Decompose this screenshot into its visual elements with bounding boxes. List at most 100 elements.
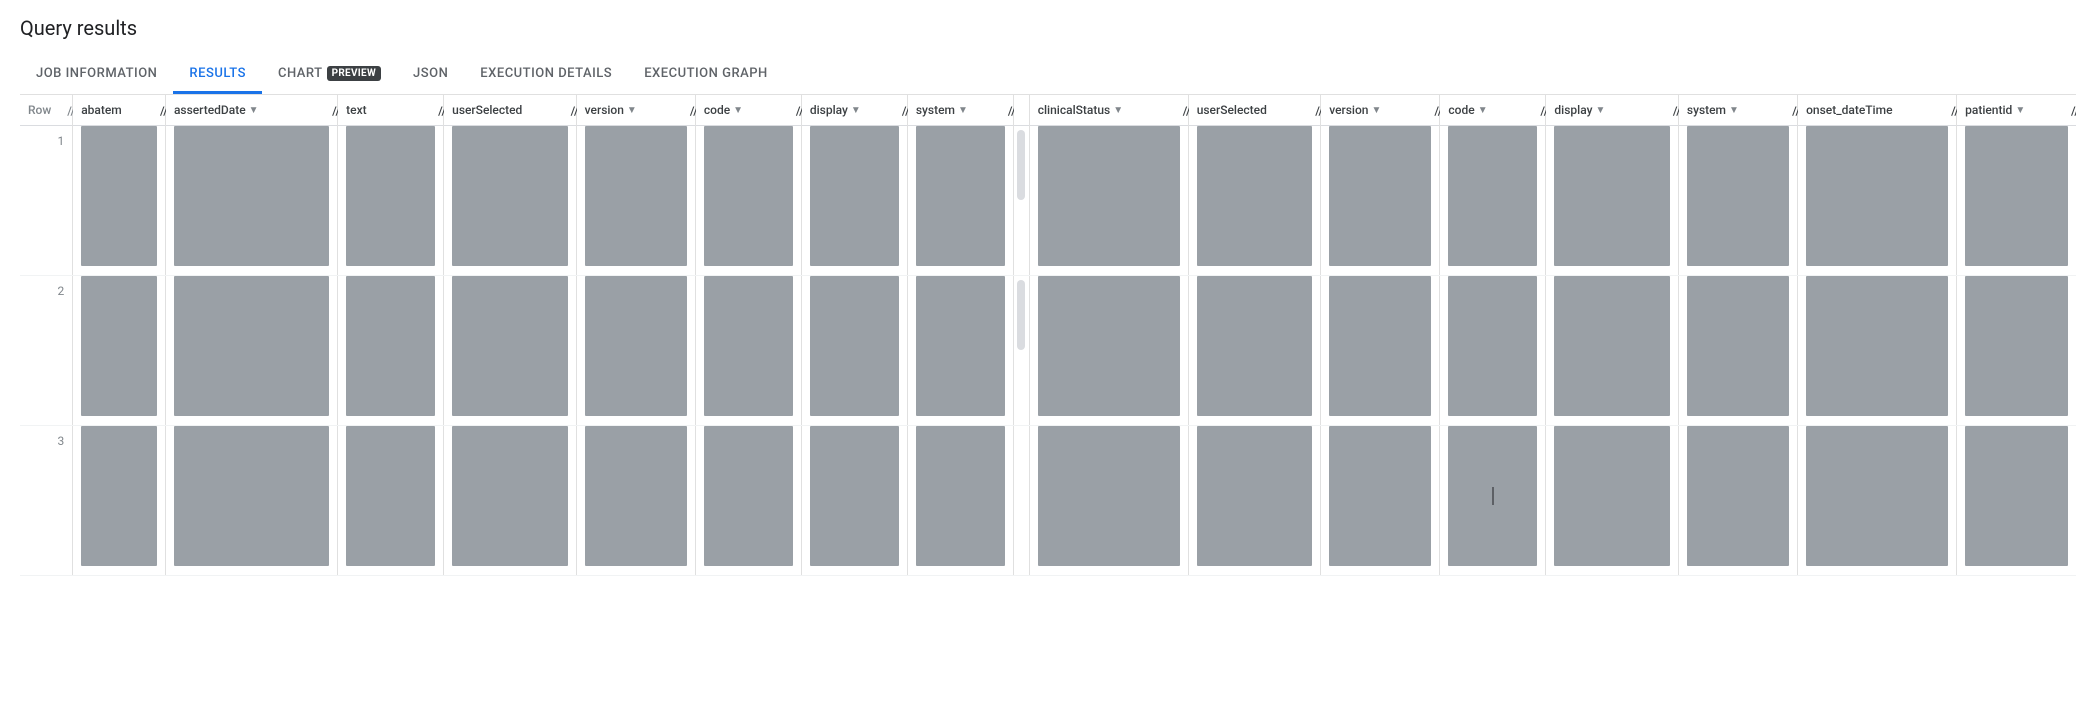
cell-1-userselected2 — [1188, 126, 1320, 276]
cell-3-code2 — [1440, 426, 1546, 576]
col-label-userselected: userSelected — [452, 103, 522, 117]
scroll-divider-header — [1013, 95, 1029, 126]
resize-mark-code[interactable]: // — [796, 104, 799, 116]
resize-mark-display[interactable]: // — [902, 104, 905, 116]
sort-icon-system2[interactable]: ▼ — [1729, 105, 1739, 116]
col-header-display[interactable]: display ▼ // — [801, 95, 907, 126]
tab-execution-graph[interactable]: EXECUTION GRAPH — [628, 56, 784, 94]
cell-bg — [810, 126, 899, 266]
col-header-display2[interactable]: display ▼ // — [1546, 95, 1678, 126]
tab-chart-label: CHART — [278, 66, 323, 81]
tab-execution-details[interactable]: EXECUTION DETAILS — [464, 56, 628, 94]
resize-mark-display2[interactable]: // — [1673, 104, 1676, 116]
sort-icon-system[interactable]: ▼ — [958, 105, 968, 116]
cell-bg — [1806, 276, 1948, 416]
resize-mark-system[interactable]: // — [1008, 104, 1011, 116]
resize-mark-version[interactable]: // — [690, 104, 693, 116]
resize-mark-version2[interactable]: // — [1434, 104, 1437, 116]
cell-bg — [1965, 276, 2068, 416]
scroll-divider-row3 — [1013, 426, 1029, 576]
cell-bg — [1448, 126, 1537, 266]
cell-1-version — [576, 126, 695, 276]
resize-mark-system2[interactable]: // — [1792, 104, 1795, 116]
cell-bg — [1687, 126, 1789, 266]
col-header-code[interactable]: code ▼ // — [695, 95, 801, 126]
sort-icon-patientid[interactable]: ▼ — [2015, 105, 2025, 116]
sort-icon-code[interactable]: ▼ — [733, 105, 743, 116]
tab-json[interactable]: JSON — [397, 56, 464, 94]
cell-1-code2 — [1440, 126, 1546, 276]
col-header-system2[interactable]: system ▼ // — [1678, 95, 1797, 126]
col-header-abatem[interactable]: abatem // — [73, 95, 166, 126]
cell-2-version — [576, 276, 695, 426]
sort-icon-asserteddate[interactable]: ▼ — [249, 105, 259, 116]
col-header-asserteddate[interactable]: assertedDate ▼ // — [165, 95, 337, 126]
cell-bg — [346, 426, 435, 566]
tab-job-information[interactable]: JOB INFORMATION — [20, 56, 173, 94]
col-header-userselected[interactable]: userSelected // — [444, 95, 576, 126]
col-header-version2[interactable]: version ▼ // — [1321, 95, 1440, 126]
cell-bg — [346, 276, 435, 416]
sort-icon-version2[interactable]: ▼ — [1371, 105, 1381, 116]
table-container[interactable]: Row // abatem // assertedDate ▼ — [20, 95, 2076, 576]
col-label-code2: code — [1448, 103, 1474, 117]
col-label-clinicalstatus: clinicalStatus — [1038, 103, 1111, 117]
col-header-patientid[interactable]: patientid ▼ // — [1957, 95, 2076, 126]
cell-2-display2 — [1546, 276, 1678, 426]
cell-2-abatem — [73, 276, 166, 426]
row-num-3: 3 — [20, 426, 73, 576]
cell-bg — [916, 276, 1005, 416]
resize-mark-text[interactable]: // — [438, 104, 441, 116]
cell-3-code — [695, 426, 801, 576]
cell-bg — [704, 276, 793, 416]
col-header-clinicalstatus[interactable]: clinicalStatus ▼ // — [1029, 95, 1188, 126]
resize-mark-asserteddate[interactable]: // — [332, 104, 335, 116]
row-num-1: 1 — [20, 126, 73, 276]
cell-bg — [1197, 426, 1312, 566]
sort-icon-code2[interactable]: ▼ — [1478, 105, 1488, 116]
col-header-code2[interactable]: code ▼ // — [1440, 95, 1546, 126]
cell-bg — [916, 426, 1005, 566]
cell-bg — [916, 126, 1005, 266]
results-table: Row // abatem // assertedDate ▼ — [20, 95, 2076, 576]
sort-icon-display[interactable]: ▼ — [851, 105, 861, 116]
resize-mark-row[interactable]: // — [67, 104, 70, 116]
cell-bg — [1448, 426, 1537, 566]
scroll-divider-row2 — [1013, 276, 1029, 426]
tab-chart[interactable]: CHART PREVIEW — [262, 56, 397, 94]
resize-mark-onset-datetime[interactable]: // — [1951, 104, 1954, 116]
resize-mark-userselected2[interactable]: // — [1315, 104, 1318, 116]
col-header-userselected2[interactable]: userSelected // — [1188, 95, 1320, 126]
resize-mark-userselected[interactable]: // — [571, 104, 574, 116]
sort-icon-clinicalstatus[interactable]: ▼ — [1113, 105, 1123, 116]
col-label-display: display — [810, 103, 848, 117]
tab-results[interactable]: RESULTS — [173, 56, 262, 94]
cell-bg — [452, 276, 567, 416]
col-label-patientid: patientid — [1965, 103, 2012, 117]
cell-3-display — [801, 426, 907, 576]
cell-3-version — [576, 426, 695, 576]
col-label-version: version — [585, 103, 624, 117]
resize-mark-abatem[interactable]: // — [160, 104, 163, 116]
col-label-abatem: abatem — [81, 103, 122, 117]
resize-mark-clinicalstatus[interactable]: // — [1183, 104, 1186, 116]
resize-mark-code2[interactable]: // — [1540, 104, 1543, 116]
sort-icon-version[interactable]: ▼ — [627, 105, 637, 116]
cell-3-clinicalstatus — [1029, 426, 1188, 576]
resize-mark-patientid[interactable]: // — [2071, 104, 2074, 116]
table-row: 1 — [20, 126, 2076, 276]
cell-3-system — [907, 426, 1013, 576]
col-header-text[interactable]: text // — [338, 95, 444, 126]
sort-icon-display2[interactable]: ▼ — [1595, 105, 1605, 116]
col-header-onset-datetime[interactable]: onset_dateTime // — [1798, 95, 1957, 126]
cell-bg — [1687, 276, 1789, 416]
cell-bg — [704, 426, 793, 566]
cell-bg — [1806, 426, 1948, 566]
col-header-version[interactable]: version ▼ // — [576, 95, 695, 126]
table-row: 3 — [20, 426, 2076, 576]
page-container: Query results JOB INFORMATION RESULTS CH… — [0, 0, 2096, 592]
cell-2-display — [801, 276, 907, 426]
cell-3-system2 — [1678, 426, 1797, 576]
cell-2-clinicalstatus — [1029, 276, 1188, 426]
col-header-system[interactable]: system ▼ // — [907, 95, 1013, 126]
